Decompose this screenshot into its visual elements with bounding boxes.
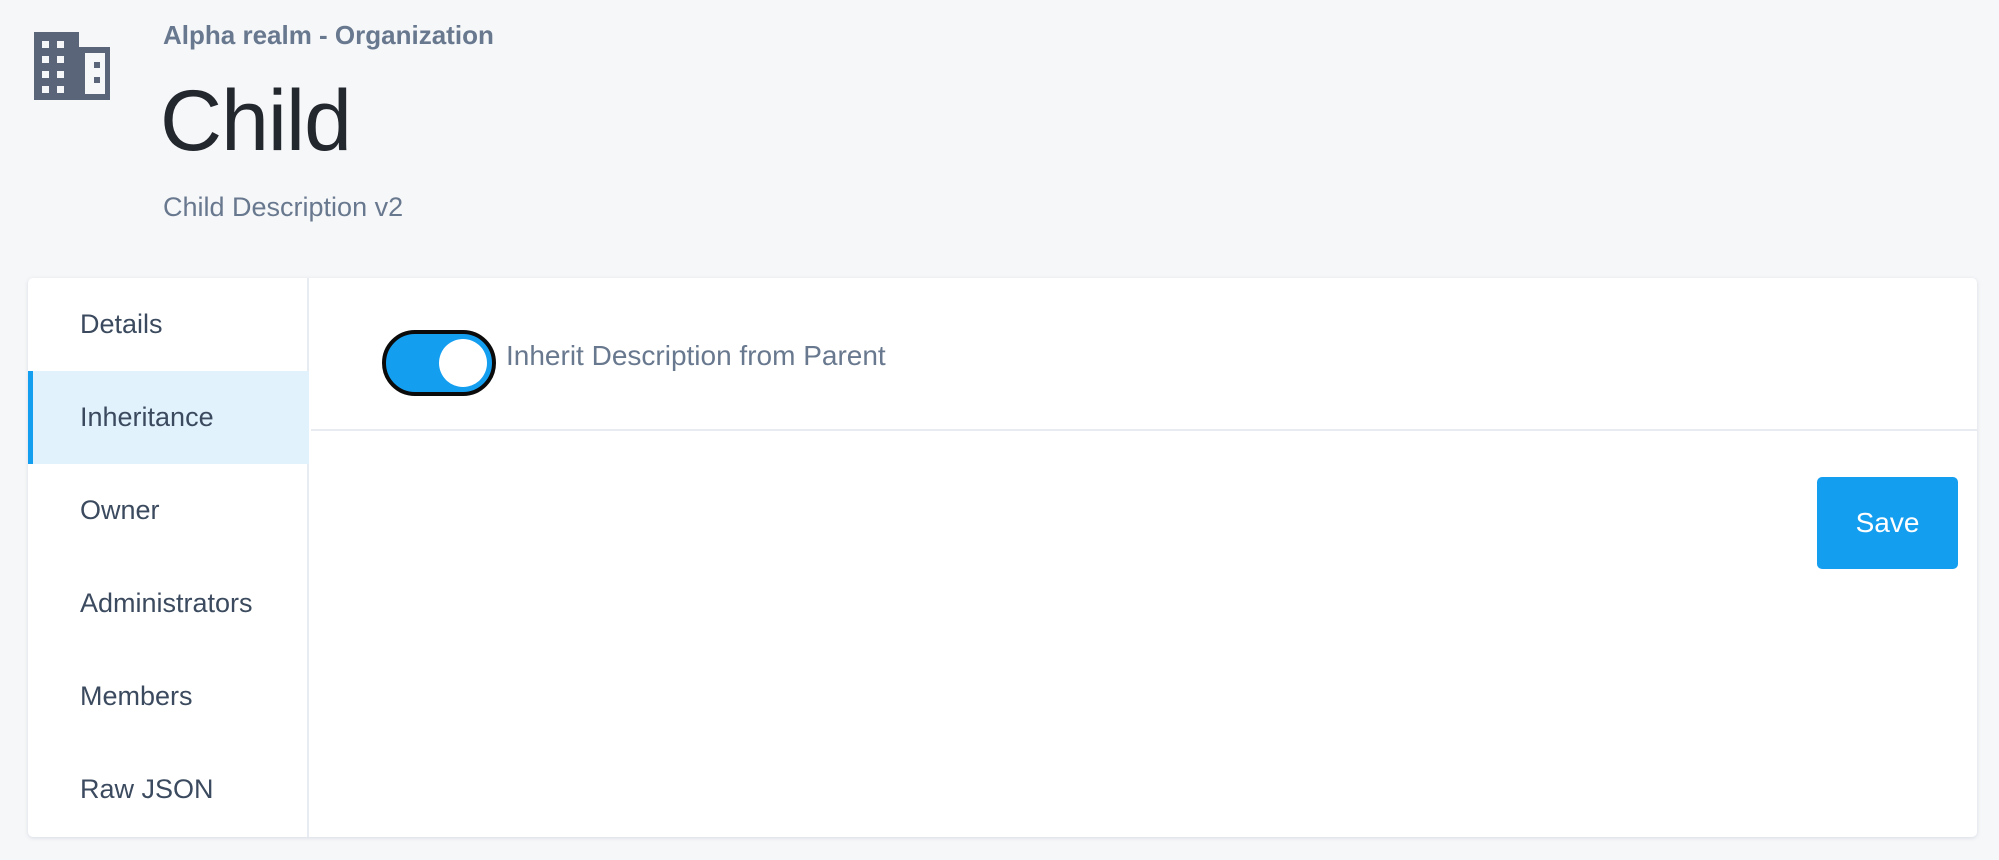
organization-card: Details Inheritance Owner Administrators…: [28, 278, 1977, 837]
sidebar-item-members[interactable]: Members: [28, 650, 309, 743]
sidebar-item-owner[interactable]: Owner: [28, 464, 309, 557]
realm-breadcrumb: Alpha realm - Organization: [163, 20, 494, 50]
sidebar-item-inheritance[interactable]: Inheritance: [28, 371, 309, 464]
inherit-description-toggle[interactable]: [382, 330, 496, 396]
sidebar-item-label: Owner: [80, 495, 160, 525]
sidebar-item-raw-json[interactable]: Raw JSON: [28, 743, 309, 836]
sidebar-item-label: Members: [80, 681, 193, 711]
page-title: Child: [160, 73, 352, 169]
sidebar-item-administrators[interactable]: Administrators: [28, 557, 309, 650]
inherit-description-row: Inherit Description from Parent: [311, 278, 1977, 431]
sidebar-item-label: Details: [80, 309, 163, 339]
sidebar-item-details[interactable]: Details: [28, 278, 309, 371]
sidebar-item-label: Administrators: [80, 588, 253, 618]
sidebar-item-label: Inheritance: [80, 402, 214, 432]
save-button[interactable]: Save: [1817, 477, 1958, 569]
sidebar-item-label: Raw JSON: [80, 774, 214, 804]
toggle-knob: [439, 339, 487, 387]
page-header: Alpha realm - Organization Child Child D…: [0, 0, 1999, 270]
sidebar-nav: Details Inheritance Owner Administrators…: [28, 278, 309, 837]
inheritance-panel: Inherit Description from Parent Save: [311, 278, 1977, 837]
inherit-description-label: Inherit Description from Parent: [506, 340, 886, 371]
building-icon: [34, 32, 110, 100]
page-description: Child Description v2: [163, 192, 404, 222]
